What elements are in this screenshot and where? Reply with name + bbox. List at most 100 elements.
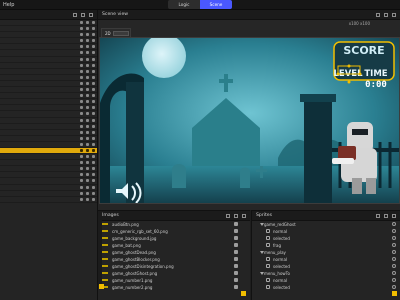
sprite-list-item[interactable]: menu_howTo — [252, 270, 400, 277]
expand-icon[interactable] — [92, 118, 95, 122]
image-action-icon[interactable] — [234, 257, 238, 261]
panel-close-icon[interactable] — [392, 214, 396, 218]
lock-icon[interactable] — [86, 51, 89, 55]
image-list-item[interactable]: cm_generic_rgb_set_60.png — [98, 228, 250, 235]
panel-close-icon[interactable] — [89, 13, 93, 17]
lock-icon[interactable] — [86, 167, 89, 171]
sprite-list-item[interactable]: selected — [252, 263, 400, 270]
eye-icon[interactable] — [80, 88, 83, 92]
lock-icon[interactable] — [86, 75, 89, 79]
expand-icon[interactable] — [92, 57, 95, 61]
panel-maximize-icon[interactable] — [81, 13, 85, 17]
expand-icon[interactable] — [92, 179, 95, 183]
eye-icon[interactable] — [80, 27, 83, 31]
sprite-list-item[interactable]: normal — [252, 277, 400, 284]
lock-icon[interactable] — [86, 179, 89, 183]
expand-icon[interactable] — [92, 39, 95, 43]
expand-icon[interactable] — [92, 81, 95, 85]
lock-icon[interactable] — [86, 118, 89, 122]
lock-icon[interactable] — [86, 21, 89, 24]
image-list-item[interactable]: game_bat.png — [98, 242, 250, 249]
expand-icon[interactable] — [92, 197, 95, 201]
lock-icon[interactable] — [86, 191, 89, 195]
expand-icon[interactable] — [92, 100, 95, 104]
close-icon[interactable] — [392, 257, 396, 261]
image-list-item[interactable]: game_ghostDisintegration.png — [98, 263, 250, 270]
close-icon[interactable] — [392, 243, 396, 247]
image-list-item[interactable]: game_number2.png — [98, 284, 250, 291]
close-icon[interactable] — [392, 285, 396, 289]
lock-icon[interactable] — [86, 173, 89, 177]
expand-icon[interactable] — [92, 167, 95, 171]
sprite-list-item[interactable]: game_redGhost — [252, 221, 400, 228]
eye-icon[interactable] — [80, 63, 83, 67]
lock-icon[interactable] — [86, 33, 89, 37]
lock-icon[interactable] — [86, 88, 89, 92]
panel-maximize-icon[interactable] — [234, 214, 238, 218]
close-icon[interactable] — [392, 278, 396, 282]
lock-icon[interactable] — [86, 69, 89, 73]
eye-icon[interactable] — [80, 118, 83, 122]
image-action-icon[interactable] — [234, 229, 238, 233]
expand-icon[interactable] — [92, 148, 95, 152]
panel-float-icon[interactable] — [376, 214, 380, 218]
lock-icon[interactable] — [86, 81, 89, 85]
expand-icon[interactable] — [92, 136, 95, 140]
lock-icon[interactable] — [86, 142, 89, 146]
logic-tab[interactable]: Logic — [168, 0, 200, 9]
expand-icon[interactable] — [92, 27, 95, 31]
expand-icon[interactable] — [92, 191, 95, 195]
image-list-item[interactable]: game_ghostGhost.png — [98, 270, 250, 277]
scene-tab[interactable]: Scene — [200, 0, 232, 9]
eye-icon[interactable] — [80, 179, 83, 183]
eye-icon[interactable] — [80, 45, 83, 49]
image-list-item[interactable]: game_ghostDead.png — [98, 249, 250, 256]
image-action-icon[interactable] — [234, 285, 238, 289]
sprite-list-item[interactable]: normal — [252, 256, 400, 263]
eye-icon[interactable] — [80, 197, 83, 201]
lock-icon[interactable] — [86, 45, 89, 49]
panel-close-icon[interactable] — [392, 13, 396, 17]
expand-icon[interactable] — [92, 63, 95, 67]
eye-icon[interactable] — [80, 148, 83, 152]
eye-icon[interactable] — [80, 100, 83, 104]
eye-icon[interactable] — [80, 75, 83, 79]
lock-icon[interactable] — [86, 106, 89, 110]
expand-icon[interactable] — [92, 130, 95, 134]
lock-icon[interactable] — [86, 27, 89, 31]
sprite-list-item[interactable]: selected — [252, 284, 400, 291]
resize-grip-icon[interactable] — [99, 284, 104, 289]
eye-icon[interactable] — [80, 57, 83, 61]
panel-maximize-icon[interactable] — [384, 214, 388, 218]
hierarchy-row[interactable] — [0, 197, 97, 203]
close-icon[interactable] — [392, 222, 396, 226]
image-action-icon[interactable] — [234, 222, 238, 226]
panel-maximize-icon[interactable] — [384, 13, 388, 17]
panel-float-icon[interactable] — [226, 214, 230, 218]
lock-icon[interactable] — [86, 130, 89, 134]
panel-float-icon[interactable] — [73, 13, 77, 17]
lock-icon[interactable] — [86, 161, 89, 165]
resize-grip-icon[interactable] — [241, 291, 246, 296]
eye-icon[interactable] — [80, 51, 83, 55]
eye-icon[interactable] — [80, 112, 83, 116]
eye-icon[interactable] — [80, 191, 83, 195]
image-list-item[interactable]: audioBtn.png — [98, 221, 250, 228]
sprite-list-item[interactable]: normal — [252, 228, 400, 235]
sprite-list-item[interactable]: menu_play — [252, 249, 400, 256]
close-icon[interactable] — [392, 271, 396, 275]
lock-icon[interactable] — [86, 100, 89, 104]
eye-icon[interactable] — [80, 124, 83, 128]
lock-icon[interactable] — [86, 112, 89, 116]
expand-icon[interactable] — [92, 45, 95, 49]
eye-icon[interactable] — [80, 81, 83, 85]
close-icon[interactable] — [392, 250, 396, 254]
expand-icon[interactable] — [92, 94, 95, 98]
mode-toggle[interactable]: Logic Scene — [168, 0, 232, 9]
lock-icon[interactable] — [86, 124, 89, 128]
image-action-icon[interactable] — [234, 250, 238, 254]
resize-grip-icon[interactable] — [392, 291, 397, 296]
image-action-icon[interactable] — [234, 278, 238, 282]
game-canvas[interactable]: SCORE LEVEL TIME 0:00 — [99, 37, 400, 204]
image-action-icon[interactable] — [234, 264, 238, 268]
